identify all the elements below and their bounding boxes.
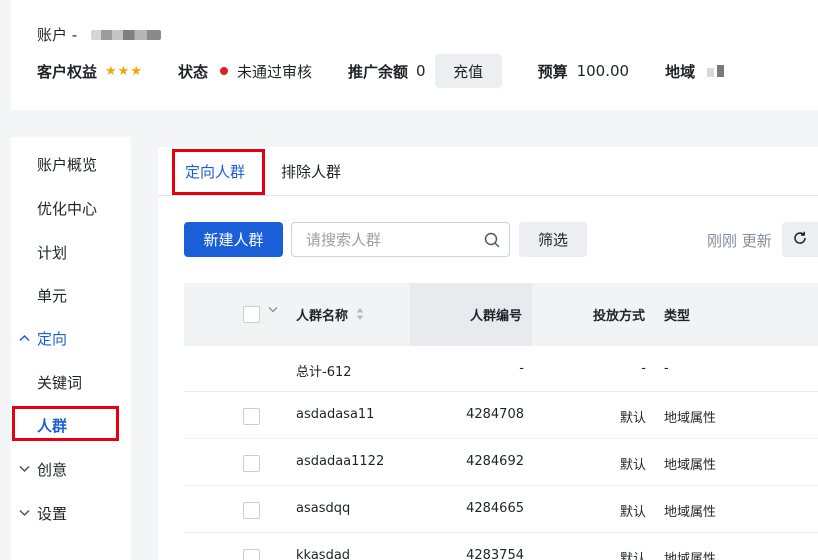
sidebar-item-label: 优化中心 bbox=[37, 199, 98, 218]
balance-value: 0 bbox=[416, 62, 426, 80]
account-info-row: 客户权益 ★★★ 状态 未通过审核 推广余额 0 充值 预算 100.00 地域 bbox=[37, 54, 725, 88]
account-name-row: 账户 - bbox=[37, 24, 162, 45]
audience-type: 地域属性 bbox=[664, 458, 717, 473]
recharge-button[interactable]: 充值 bbox=[434, 54, 502, 88]
total-type: - bbox=[664, 361, 669, 376]
filter-button[interactable]: 筛选 bbox=[519, 222, 587, 257]
row-checkbox[interactable] bbox=[243, 502, 260, 519]
column-header-delivery: 投放方式 bbox=[593, 309, 646, 324]
chevron-down-icon bbox=[19, 507, 30, 520]
table-total-row: 总计-612 - - - bbox=[184, 346, 818, 392]
table-row[interactable]: asdadaa1122 4284692 默认 地域属性 bbox=[184, 439, 818, 486]
sidebar-item-keywords[interactable]: 关键词 bbox=[11, 367, 131, 397]
table-row[interactable]: asasdqq 4284665 默认 地域属性 bbox=[184, 486, 818, 533]
highlight-box-sidebar bbox=[12, 406, 119, 441]
sidebar-item-label: 关键词 bbox=[37, 373, 83, 392]
chevron-up-icon bbox=[19, 332, 30, 345]
audience-name[interactable]: kkasdad bbox=[296, 548, 350, 560]
sidebar-item-label: 单元 bbox=[37, 286, 68, 305]
sidebar-item-targeting[interactable]: 定向 bbox=[11, 323, 131, 353]
audience-type: 地域属性 bbox=[664, 505, 717, 520]
budget-label: 预算 bbox=[537, 62, 568, 81]
tab-excluded-audience[interactable]: 排除人群 bbox=[281, 161, 341, 182]
status-label: 状态 bbox=[177, 62, 208, 81]
budget-value[interactable]: 100.00 bbox=[577, 62, 630, 80]
total-id: - bbox=[519, 361, 524, 376]
audience-id: 4284708 bbox=[466, 407, 524, 422]
sidebar-item-plan[interactable]: 计划 bbox=[11, 237, 131, 267]
sidebar-item-label: 设置 bbox=[37, 504, 68, 523]
rating-stars-icon: ★★★ bbox=[105, 63, 143, 79]
audience-name[interactable]: asdadasa11 bbox=[296, 407, 374, 422]
table-header: 人群名称 人群编号 投放方式 类型 bbox=[184, 283, 818, 346]
account-name-redacted bbox=[91, 29, 162, 40]
select-all-checkbox[interactable] bbox=[243, 306, 260, 323]
search-input[interactable] bbox=[306, 230, 476, 250]
refresh-status: 刚刚 更新 bbox=[707, 232, 772, 250]
audience-type: 地域属性 bbox=[664, 552, 717, 560]
audience-name[interactable]: asdadaa1122 bbox=[296, 454, 384, 469]
sidebar-item-settings[interactable]: 设置 bbox=[11, 498, 131, 528]
new-audience-button[interactable]: 新建人群 bbox=[184, 222, 283, 257]
audience-type: 地域属性 bbox=[664, 411, 717, 426]
chevron-down-icon bbox=[19, 463, 30, 476]
table-row[interactable]: asdadasa11 4284708 默认 地域属性 bbox=[184, 392, 818, 439]
sidebar-item-unit[interactable]: 单元 bbox=[11, 280, 131, 310]
audience-delivery: 默认 bbox=[619, 505, 646, 520]
total-name: 总计-612 bbox=[296, 365, 352, 380]
column-header-type: 类型 bbox=[664, 309, 691, 324]
sidebar-item-label: 账户概览 bbox=[37, 155, 98, 174]
account-header: 账户 - 客户权益 ★★★ 状态 未通过审核 推广余额 0 充值 预算 100.… bbox=[11, 0, 818, 110]
search-icon[interactable] bbox=[484, 232, 500, 248]
search-field[interactable] bbox=[291, 222, 510, 257]
sidebar-item-label: 计划 bbox=[37, 243, 68, 262]
refresh-button[interactable] bbox=[782, 222, 818, 257]
column-header-id: 人群编号 bbox=[470, 309, 523, 324]
region-label: 地域 bbox=[665, 62, 696, 81]
audience-name[interactable]: asasdqq bbox=[296, 501, 350, 516]
sidebar-item-optimization[interactable]: 优化中心 bbox=[11, 193, 131, 223]
status-value: 未通过审核 bbox=[237, 62, 313, 81]
account-label: 账户 - bbox=[37, 26, 78, 44]
row-checkbox[interactable] bbox=[243, 455, 260, 472]
audience-id: 4283754 bbox=[466, 548, 524, 560]
chevron-down-icon[interactable] bbox=[268, 305, 278, 316]
sidebar-item-label: 定向 bbox=[37, 329, 68, 348]
audience-id: 4284692 bbox=[466, 454, 524, 469]
row-checkbox[interactable] bbox=[243, 408, 260, 425]
sidebar-item-creative[interactable]: 创意 bbox=[11, 454, 131, 484]
audience-delivery: 默认 bbox=[619, 411, 646, 426]
sidebar-item-overview[interactable]: 账户概览 bbox=[11, 149, 131, 179]
refresh-icon bbox=[792, 230, 808, 250]
total-delivery: - bbox=[641, 361, 646, 376]
row-checkbox[interactable] bbox=[243, 549, 260, 560]
balance-label: 推广余额 bbox=[348, 62, 409, 81]
audience-id: 4284665 bbox=[466, 501, 524, 516]
table-row[interactable]: kkasdad 4283754 默认 地域属性 bbox=[184, 533, 818, 560]
audience-delivery: 默认 bbox=[619, 458, 646, 473]
sidebar-item-label: 创意 bbox=[37, 460, 68, 479]
region-value-redacted[interactable] bbox=[707, 65, 725, 77]
highlight-box-tab bbox=[172, 149, 265, 195]
sidebar: 账户概览 优化中心 计划 单元 定向 关键词 人群 创意 设置 bbox=[11, 137, 131, 560]
customer-rights-label: 客户权益 bbox=[37, 62, 98, 81]
column-header-name[interactable]: 人群名称 bbox=[296, 305, 348, 324]
sort-icon[interactable] bbox=[356, 307, 364, 321]
audience-delivery: 默认 bbox=[619, 552, 646, 560]
status-dot-icon bbox=[220, 67, 228, 75]
